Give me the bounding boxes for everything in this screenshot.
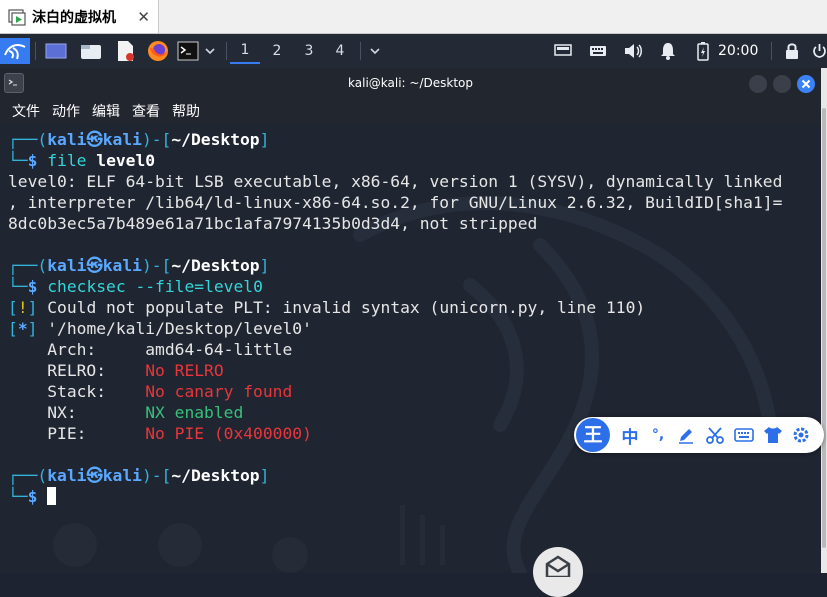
command-arg: level0 xyxy=(96,151,156,170)
panel-separator xyxy=(226,42,227,60)
terminal-output[interactable]: ┌──(kali㉿kali)-[~/Desktop] └─$ file leve… xyxy=(0,125,821,573)
handwriting-pen-icon[interactable] xyxy=(673,422,699,448)
checksec-value: No PIE (0x400000) xyxy=(145,424,312,443)
checksec-key: Arch: xyxy=(8,340,146,359)
ime-toolbar[interactable]: 王 中 °, xyxy=(574,417,824,453)
command-text: checksec --file=level0 xyxy=(47,277,263,296)
menu-actions[interactable]: 动作 xyxy=(46,99,86,125)
launcher-dropdown-chevron-icon[interactable] xyxy=(202,38,218,64)
terminal-cursor xyxy=(47,487,57,505)
workspace-2[interactable]: 2 xyxy=(262,38,292,64)
info-mark: * xyxy=(17,319,28,338)
close-icon xyxy=(801,79,811,89)
prompt-host: kali xyxy=(102,256,142,275)
maximize-button[interactable] xyxy=(773,75,791,93)
panel-clock[interactable]: 20:00 xyxy=(718,38,758,64)
checksec-value: No RELRO xyxy=(145,361,224,380)
command-name: file xyxy=(47,151,87,170)
panel-separator xyxy=(771,42,772,60)
firefox-icon[interactable] xyxy=(145,38,171,64)
prompt-dir: ~/Desktop xyxy=(171,130,260,149)
prompt-line-1: ┌──(kali㉿kali)-[~/Desktop] xyxy=(8,130,270,149)
prompt-user: kali xyxy=(47,256,87,275)
ime-punctuation-toggle[interactable]: °, xyxy=(645,422,671,448)
workspace-4[interactable]: 4 xyxy=(325,38,355,64)
notifications-bell-icon[interactable] xyxy=(657,38,679,64)
checksec-value: No canary found xyxy=(145,382,293,401)
vm-tab-title: 沫白的虚拟机 xyxy=(32,9,116,26)
volume-icon[interactable] xyxy=(622,38,644,64)
battery-charging-icon[interactable] xyxy=(692,38,714,64)
checksec-key: RELRO: xyxy=(8,361,146,380)
vm-tab-close-icon[interactable]: ✕ xyxy=(137,8,150,26)
keyboard-icon[interactable] xyxy=(587,38,609,64)
lock-screen-icon[interactable] xyxy=(782,38,802,64)
terminal-scrollbar[interactable] xyxy=(821,68,827,573)
kali-top-panel: 1 2 3 4 20:00 xyxy=(0,34,827,68)
command-line-3[interactable]: └─$ xyxy=(8,486,57,507)
warning-mark: ! xyxy=(17,298,28,317)
prompt-line-3: ┌──(kali㉿kali)-[~/Desktop] xyxy=(8,466,270,485)
command-line-1: └─$ file level0 xyxy=(8,151,156,170)
prompt-user: kali xyxy=(47,130,87,149)
scissors-icon[interactable] xyxy=(702,422,728,448)
close-button[interactable] xyxy=(797,75,815,93)
vm-tab-bar: 沫白的虚拟机 ✕ xyxy=(0,0,827,34)
info-text: '/home/kali/Desktop/level0' xyxy=(37,319,312,338)
warning-text: Could not populate PLT: invalid syntax (… xyxy=(37,298,646,317)
vm-tab[interactable]: 沫白的虚拟机 ✕ xyxy=(0,0,159,33)
prompt-line-2: ┌──(kali㉿kali)-[~/Desktop] xyxy=(8,256,270,275)
checksec-row-nx: NX: NX enabled xyxy=(8,402,243,423)
checksec-row-pie: PIE: No PIE (0x400000) xyxy=(8,423,312,444)
checksec-row-arch: Arch: amd64-64-little xyxy=(8,339,292,360)
checksec-value: amd64-64-little xyxy=(145,340,293,359)
checksec-key: Stack: xyxy=(8,382,146,401)
terminal-launcher-icon[interactable] xyxy=(176,38,200,64)
vm-icon xyxy=(8,8,26,26)
terminal-menubar: 文件 动作 编辑 查看 帮助 xyxy=(0,99,821,125)
display-icon[interactable] xyxy=(552,38,574,64)
scrollbar-thumb[interactable] xyxy=(822,108,826,548)
prompt-user: kali xyxy=(47,466,87,485)
file-output-line: , interpreter /lib64/ld-linux-x86-64.so.… xyxy=(8,193,783,212)
menu-view[interactable]: 查看 xyxy=(126,99,166,125)
ime-settings-gear-icon[interactable] xyxy=(788,422,814,448)
menu-file[interactable]: 文件 xyxy=(0,99,46,125)
ime-mode-toggle[interactable]: 中 xyxy=(617,422,643,448)
checksec-info: [*] '/home/kali/Desktop/level0' xyxy=(8,319,312,338)
prompt-host: kali xyxy=(102,130,142,149)
prompt-host: kali xyxy=(102,466,142,485)
soft-keyboard-icon[interactable] xyxy=(731,422,757,448)
ime-logo[interactable]: 王 xyxy=(576,418,610,452)
show-desktop-icon[interactable] xyxy=(44,38,68,64)
text-editor-icon[interactable] xyxy=(112,38,138,64)
prompt-dir: ~/Desktop xyxy=(171,466,260,485)
file-output-line: 8dc0b3ec5a7b489e61a71bc1afa7974135b0d3d4… xyxy=(8,214,538,233)
file-output-line: level0: ELF 64-bit LSB executable, x86-6… xyxy=(8,172,783,191)
window-title: kali@kali: ~/Desktop xyxy=(348,76,473,90)
workspace-1[interactable]: 1 xyxy=(230,38,260,64)
checksec-row-relro: RELRO: No RELRO xyxy=(8,360,224,381)
skin-shirt-icon[interactable] xyxy=(760,422,786,448)
checksec-key: NX: xyxy=(8,403,146,422)
minimize-button[interactable] xyxy=(749,75,767,93)
panel-separator xyxy=(35,42,36,60)
floating-mail-icon[interactable] xyxy=(533,547,583,597)
checksec-warning: [!] Could not populate PLT: invalid synt… xyxy=(8,298,646,317)
checksec-key: PIE: xyxy=(8,424,146,443)
window-list-chevron-icon[interactable] xyxy=(366,38,384,64)
terminal-titlebar[interactable]: kali@kali: ~/Desktop xyxy=(0,68,821,99)
checksec-value: NX enabled xyxy=(145,403,244,422)
kali-menu-icon[interactable] xyxy=(0,38,30,64)
power-icon[interactable] xyxy=(812,38,827,64)
workspace-3[interactable]: 3 xyxy=(294,38,324,64)
checksec-row-stack: Stack: No canary found xyxy=(8,381,292,402)
menu-help[interactable]: 帮助 xyxy=(166,99,206,125)
menu-edit[interactable]: 编辑 xyxy=(86,99,126,125)
file-manager-icon[interactable] xyxy=(78,38,104,64)
command-line-2: └─$ checksec --file=level0 xyxy=(8,277,263,296)
panel-separator xyxy=(360,42,361,60)
prompt-dir: ~/Desktop xyxy=(171,256,260,275)
